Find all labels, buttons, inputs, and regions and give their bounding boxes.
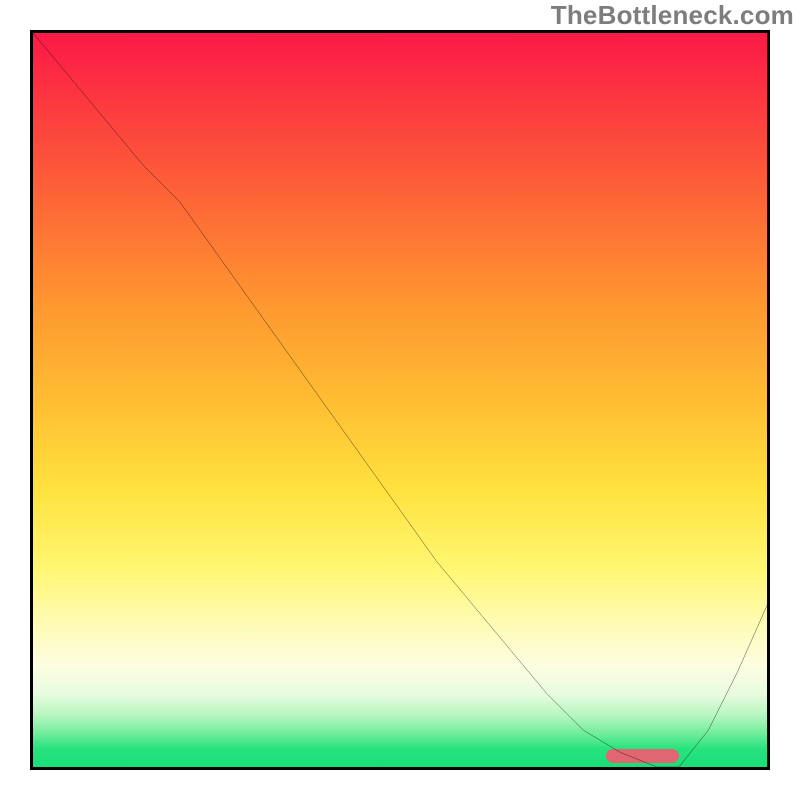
plot-area — [30, 30, 770, 770]
watermark-text: TheBottleneck.com — [551, 0, 794, 31]
chart-frame: TheBottleneck.com — [0, 0, 800, 800]
optimal-range-marker — [606, 749, 679, 763]
background-gradient — [33, 33, 767, 767]
